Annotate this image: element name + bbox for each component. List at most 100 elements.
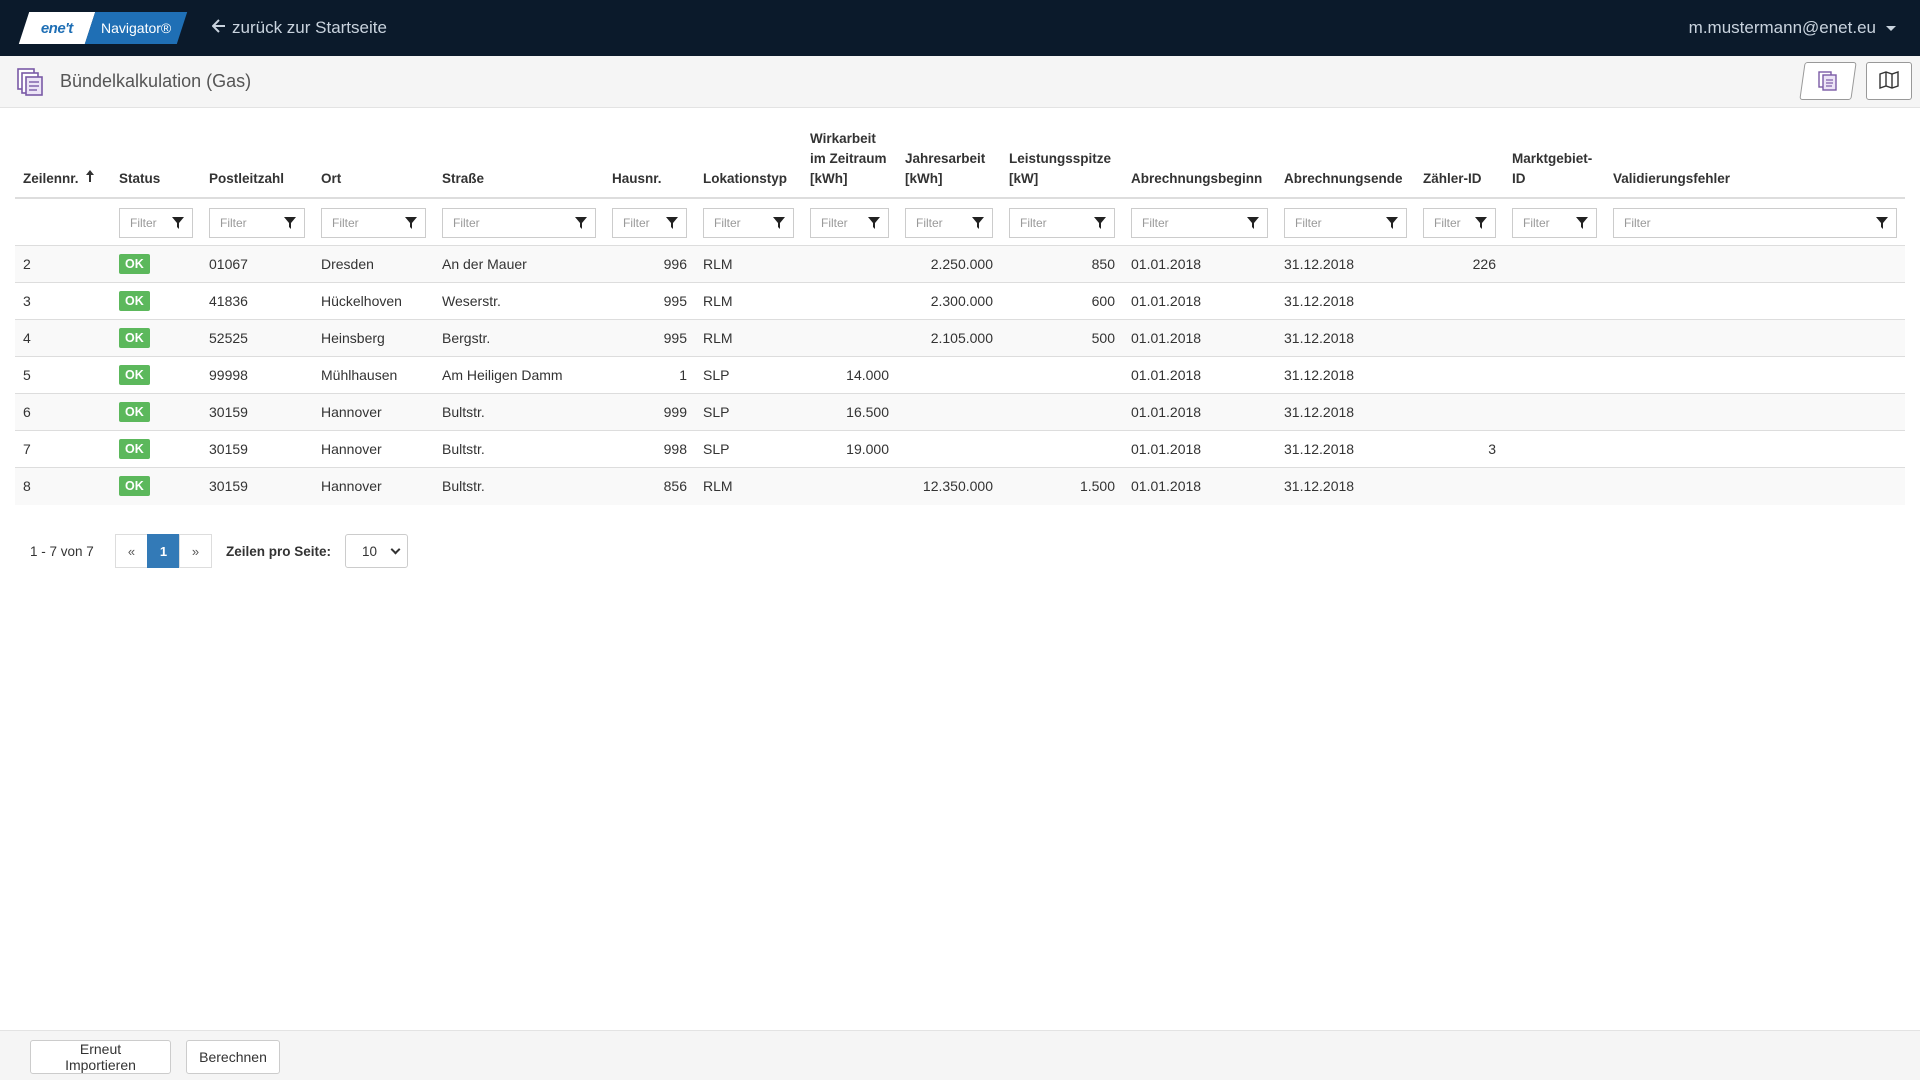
cell-jahresarbeit (897, 393, 1001, 431)
cell-jahresarbeit: 12.350.000 (897, 467, 1001, 505)
filter-input-abrechnungsbeginn[interactable]: Filter (1131, 208, 1268, 238)
col-header-postleitzahl[interactable]: Postleitzahl (201, 124, 313, 199)
filter-funnel-icon[interactable] (172, 216, 184, 230)
filter-input-strasse[interactable]: Filter (442, 208, 596, 238)
table-row[interactable]: 4 OK 52525 Heinsberg Bergstr. 995 RLM 2.105.000… (15, 319, 1905, 357)
filter-funnel-icon[interactable] (575, 216, 587, 230)
col-header-abrechnungsende[interactable]: Abrechnungsende (1276, 124, 1415, 199)
filter-cell: Filter (313, 198, 434, 246)
cell-wirkarbeit (802, 282, 897, 320)
cell-abrechnungsbeginn: 01.01.2018 (1123, 393, 1276, 431)
col-header-jahresarbeit[interactable]: Jahresarbeit [kWh] (897, 124, 1001, 199)
cell-zaehler-id (1415, 319, 1504, 357)
cell-hausnr: 996 (604, 245, 695, 283)
filter-funnel-icon[interactable] (773, 216, 785, 230)
filter-cell: Filter (1504, 198, 1605, 246)
filter-input-lokationstyp[interactable]: Filter (703, 208, 794, 238)
user-menu-dropdown[interactable]: m.mustermann@enet.eu (1689, 0, 1896, 56)
filter-input-marktgebiet-id[interactable]: Filter (1512, 208, 1597, 238)
filter-funnel-icon[interactable] (1475, 216, 1487, 230)
cell-strasse: Am Heiligen Damm (434, 356, 604, 394)
rows-per-page-select[interactable]: 10 (345, 534, 409, 568)
table-row[interactable]: 8 OK 30159 Hannover Bultstr. 856 RLM 12.350.000… (15, 467, 1905, 505)
col-header-abrechnungsbeginn[interactable]: Abrechnungsbeginn (1123, 124, 1276, 199)
filter-funnel-icon[interactable] (1094, 216, 1106, 230)
next-page-button[interactable]: » (179, 534, 212, 568)
filter-funnel-icon[interactable] (405, 216, 417, 230)
filter-funnel-icon[interactable] (284, 216, 296, 230)
col-header-zaehler-id[interactable]: Zähler-ID (1415, 124, 1504, 199)
filter-input-abrechnungsende[interactable]: Filter (1284, 208, 1407, 238)
cell-lokationstyp: SLP (695, 356, 802, 394)
prev-page-button[interactable]: « (115, 534, 148, 568)
cell-postleitzahl: 01067 (201, 245, 313, 283)
cell-validierungsfehler (1605, 282, 1905, 320)
brand-name-text: Navigator® (100, 20, 172, 36)
filter-placeholder: Filter (1295, 216, 1322, 230)
filter-input-validierungsfehler[interactable]: Filter (1613, 208, 1897, 238)
cell-jahresarbeit: 2.300.000 (897, 282, 1001, 320)
rows-per-page-label: Zeilen pro Seite: (226, 543, 332, 559)
cell-status: OK (111, 245, 201, 283)
page-1-button[interactable]: 1 (147, 534, 180, 568)
cell-validierungsfehler (1605, 430, 1905, 468)
back-to-start-link[interactable]: zurück zur Startseite (211, 18, 387, 38)
filter-funnel-icon[interactable] (1247, 216, 1259, 230)
cell-zaehler-id (1415, 356, 1504, 394)
cell-jahresarbeit: 2.250.000 (897, 245, 1001, 283)
documents-view-button[interactable] (1799, 62, 1857, 100)
col-header-status[interactable]: Status (111, 124, 201, 199)
filter-input-wirkarbeit[interactable]: Filter (810, 208, 889, 238)
filter-funnel-icon[interactable] (972, 216, 984, 230)
brand-logo[interactable]: ene't Navigator® (18, 12, 188, 44)
reimport-button[interactable]: Erneut Importieren (30, 1040, 171, 1074)
table-row[interactable]: 6 OK 30159 Hannover Bultstr. 999 SLP 16.500 01.0… (15, 393, 1905, 431)
filter-funnel-icon[interactable] (1576, 216, 1588, 230)
cell-zeilennr: 2 (15, 245, 111, 283)
filter-funnel-icon[interactable] (666, 216, 678, 230)
filter-cell: Filter (802, 198, 897, 246)
logo-text: ene't (41, 19, 73, 37)
filter-cell: Filter (201, 198, 313, 246)
table-row[interactable]: 3 OK 41836 Hückelhoven Weserstr. 995 RLM 2.300.… (15, 282, 1905, 320)
calculate-button[interactable]: Berechnen (186, 1040, 280, 1074)
filter-input-hausnr[interactable]: Filter (612, 208, 687, 238)
col-header-validierungsfehler[interactable]: Validierungsfehler (1605, 124, 1905, 199)
table-row[interactable]: 5 OK 99998 Mühlhausen Am Heiligen Damm 1 SLP 14… (15, 356, 1905, 394)
enet-logo: ene't (18, 12, 96, 44)
filter-input-leistungsspitze[interactable]: Filter (1009, 208, 1115, 238)
col-header-hausnr[interactable]: Hausnr. (604, 124, 695, 199)
filter-input-zaehler-id[interactable]: Filter (1423, 208, 1496, 238)
col-header-marktgebiet-id[interactable]: Marktgebiet-ID (1504, 124, 1605, 199)
filter-cell-empty (15, 198, 111, 246)
filter-funnel-icon[interactable] (1386, 216, 1398, 230)
table-row[interactable]: 2 OK 01067 Dresden An der Mauer 996 RLM 2.250.0… (15, 245, 1905, 283)
cell-postleitzahl: 30159 (201, 467, 313, 505)
map-view-button[interactable] (1866, 62, 1912, 100)
filter-input-postleitzahl[interactable]: Filter (209, 208, 305, 238)
table-body: 2 OK 01067 Dresden An der Mauer 996 RLM 2.250.0… (15, 245, 1905, 505)
col-header-ort[interactable]: Ort (313, 124, 434, 199)
filter-input-ort[interactable]: Filter (321, 208, 426, 238)
col-header-leistungsspitze[interactable]: Leistungsspitze [kW] (1001, 124, 1123, 199)
cell-ort: Hannover (313, 430, 434, 468)
col-header-lokationstyp[interactable]: Lokationstyp (695, 124, 802, 199)
cell-leistungsspitze (1001, 356, 1123, 394)
filter-input-status[interactable]: Filter (119, 208, 193, 238)
top-navbar: ene't Navigator® zurück zur Startseite m… (0, 0, 1920, 56)
cell-status: OK (111, 430, 201, 468)
cell-abrechnungsbeginn: 01.01.2018 (1123, 282, 1276, 320)
filter-funnel-icon[interactable] (1876, 216, 1888, 230)
filter-funnel-icon[interactable] (868, 216, 880, 230)
table-row[interactable]: 7 OK 30159 Hannover Bultstr. 998 SLP 19.000 01.0… (15, 430, 1905, 468)
filter-placeholder: Filter (1020, 216, 1047, 230)
cell-marktgebiet-id (1504, 245, 1605, 283)
filter-input-jahresarbeit[interactable]: Filter (905, 208, 993, 238)
filter-cell: Filter (1605, 198, 1905, 246)
cell-lokationstyp: SLP (695, 430, 802, 468)
col-header-wirkarbeit[interactable]: Wirkarbeit im Zeitraum [kWh] (802, 124, 897, 199)
cell-status: OK (111, 356, 201, 394)
cell-zaehler-id (1415, 393, 1504, 431)
col-header-strasse[interactable]: Straße (434, 124, 604, 199)
col-header-zeilennr[interactable]: Zeilennr. (15, 124, 111, 199)
